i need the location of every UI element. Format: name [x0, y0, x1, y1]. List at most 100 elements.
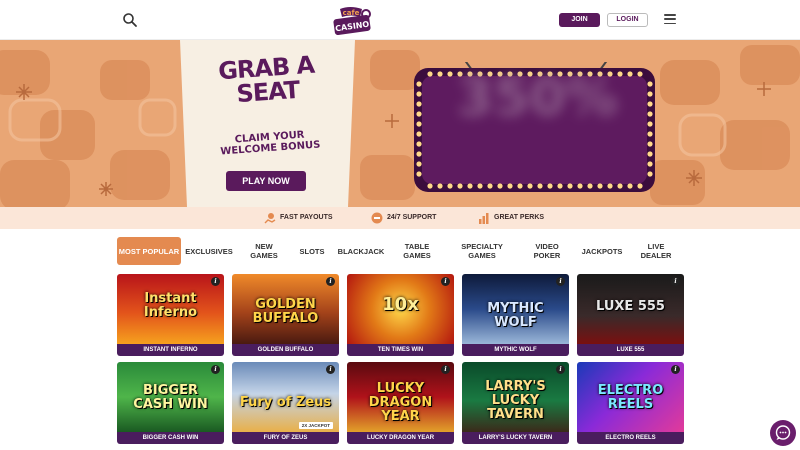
marquee-bulb	[447, 183, 453, 189]
game-tile-bigger-cash-win[interactable]: BIGGER CASH WIN i BIGGER CASH WIN	[117, 362, 224, 444]
marquee-bulb	[487, 183, 493, 189]
marquee-bulb	[557, 183, 563, 189]
marquee-bulb	[416, 91, 422, 97]
marquee-bulb	[497, 183, 503, 189]
marquee-bulb	[617, 183, 623, 189]
info-icon[interactable]: i	[671, 365, 680, 374]
perk-label: GREAT PERKS	[494, 214, 545, 221]
game-art-title: Fury of Zeus	[239, 395, 332, 410]
tab-specialty-games[interactable]: SPECIALTY GAMES	[461, 237, 503, 265]
marquee-bulb	[427, 183, 433, 189]
game-tile-larrys-lucky-tavern[interactable]: LARRY'S LUCKY TAVERN i LARRY'S LUCKY TAV…	[462, 362, 569, 444]
hero-title: GRAB A SEAT	[217, 50, 316, 109]
site-header: cafe CASINO JOIN LOGIN	[0, 0, 800, 40]
marquee-bulb	[416, 151, 422, 157]
game-name: ELECTRO REELS	[577, 432, 684, 444]
info-icon[interactable]: i	[441, 277, 450, 286]
tab-blackjack[interactable]: BLACKJACK	[338, 237, 385, 265]
info-icon[interactable]: i	[211, 277, 220, 286]
game-art-title: BIGGER CASH WIN	[133, 383, 208, 412]
marquee-bulb	[577, 183, 583, 189]
hero-banner	[0, 40, 800, 207]
info-icon[interactable]: i	[556, 277, 565, 286]
marquee-bulb	[437, 71, 443, 77]
marquee-bulb	[437, 183, 443, 189]
tab-most-popular[interactable]: MOST POPULAR	[117, 237, 181, 265]
chat-button[interactable]	[770, 420, 796, 446]
marquee-bulb	[647, 111, 653, 117]
info-icon[interactable]: i	[326, 277, 335, 286]
game-tile-golden-buffalo[interactable]: GOLDEN BUFFALO i GOLDEN BUFFALO	[232, 274, 339, 356]
marquee-bulb	[547, 183, 553, 189]
game-name: GOLDEN BUFFALO	[232, 344, 339, 356]
game-art-title: Instant Inferno	[143, 291, 198, 320]
game-tile-instant-inferno[interactable]: Instant Inferno i INSTANT INFERNO	[117, 274, 224, 356]
cafe-casino-logo[interactable]: cafe CASINO	[332, 5, 374, 36]
marquee-bulb	[637, 71, 643, 77]
play-now-button[interactable]: PLAY NOW	[226, 171, 306, 191]
game-art-title: LUCKY DRAGON YEAR	[368, 381, 433, 424]
game-art-title: 10x	[382, 294, 419, 315]
marquee-bulb	[567, 183, 573, 189]
info-icon[interactable]: i	[326, 365, 335, 374]
marquee-bulb	[647, 141, 653, 147]
game-tile-fury-of-zeus[interactable]: Fury of Zeus 2X JACKPOT i FURY OF ZEUS	[232, 362, 339, 444]
game-tile-mythic-wolf[interactable]: MYTHIC WOLF i MYTHIC WOLF	[462, 274, 569, 356]
game-name: LUXE 555	[577, 344, 684, 356]
marquee-bulb	[637, 183, 643, 189]
info-icon[interactable]: i	[211, 365, 220, 374]
join-button[interactable]: JOIN	[559, 13, 600, 27]
marquee-bulb	[427, 71, 433, 77]
tab-new-games[interactable]: NEW GAMES	[250, 237, 278, 265]
game-tile-luxe-555[interactable]: LUXE 555 i LUXE 555	[577, 274, 684, 356]
game-name: BIGGER CASH WIN	[117, 432, 224, 444]
marquee-bulb	[416, 101, 422, 107]
game-name: LUCKY DRAGON YEAR	[347, 432, 454, 444]
game-name: MYTHIC WOLF	[462, 344, 569, 356]
game-tile-electro-reels[interactable]: ELECTRO REELS i ELECTRO REELS	[577, 362, 684, 444]
game-art-title: MYTHIC WOLF	[487, 301, 544, 330]
marquee-bulb	[587, 183, 593, 189]
logo-top-text: cafe	[343, 9, 360, 17]
marquee-bulb	[416, 141, 422, 147]
marquee-bulb	[416, 81, 422, 87]
sign-bonus-text: 350%	[457, 68, 618, 128]
marquee-bulb	[607, 183, 613, 189]
info-icon[interactable]: i	[441, 365, 450, 374]
menu-icon[interactable]	[664, 14, 676, 25]
marquee-bulb	[647, 171, 653, 177]
jackpot-badge: 2X JACKPOT	[298, 422, 333, 429]
marquee-bulb	[647, 91, 653, 97]
game-tile-ten-times-win[interactable]: 10x i TEN TIMES WIN	[347, 274, 454, 356]
bar-chart-icon	[479, 213, 489, 224]
game-tile-lucky-dragon-year[interactable]: LUCKY DRAGON YEAR i LUCKY DRAGON YEAR	[347, 362, 454, 444]
tab-exclusives[interactable]: EXCLUSIVES	[185, 237, 233, 265]
game-art-title: LARRY'S LUCKY TAVERN	[485, 379, 546, 422]
login-button[interactable]: LOGIN	[607, 13, 648, 27]
tab-video-poker[interactable]: VIDEO POKER	[533, 237, 561, 265]
search-icon[interactable]	[122, 12, 138, 28]
marquee-bulb	[457, 183, 463, 189]
game-name: INSTANT INFERNO	[117, 344, 224, 356]
tab-table-games[interactable]: TABLE GAMES	[403, 237, 431, 265]
info-icon[interactable]: i	[556, 365, 565, 374]
game-art-title: LUXE 555	[596, 299, 665, 314]
game-name: TEN TIMES WIN	[347, 344, 454, 356]
marquee-bulb	[647, 151, 653, 157]
marquee-bulb	[416, 161, 422, 167]
hand-coin-icon	[264, 213, 276, 224]
marquee-bulb	[647, 121, 653, 127]
marquee-bulb	[627, 183, 633, 189]
game-name: LARRY'S LUCKY TAVERN	[462, 432, 569, 444]
support-icon	[371, 212, 383, 224]
info-icon[interactable]: i	[671, 277, 680, 286]
marquee-bulb	[527, 183, 533, 189]
tab-live-dealer[interactable]: LIVE DEALER	[641, 237, 672, 265]
marquee-bulb	[647, 81, 653, 87]
tab-slots[interactable]: SLOTS	[298, 237, 326, 265]
chat-bubble-icon	[775, 425, 791, 440]
marquee-bulb	[416, 131, 422, 137]
marquee-bulb	[597, 183, 603, 189]
tab-jackpots[interactable]: JACKPOTS	[582, 237, 623, 265]
retro-pattern-background	[0, 40, 800, 207]
